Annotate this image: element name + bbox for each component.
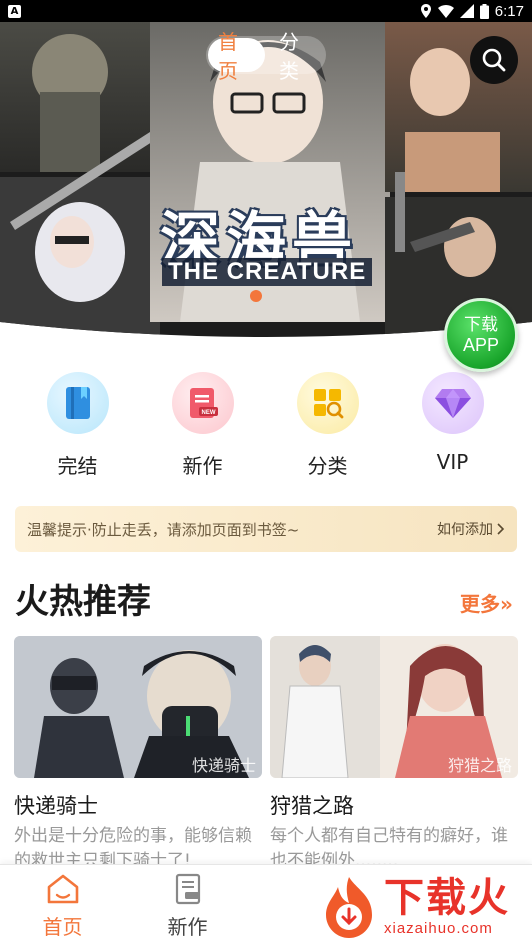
search-icon [482, 48, 506, 72]
nav-label: 首页 [42, 915, 83, 939]
svg-text:NEW: NEW [201, 410, 215, 416]
quick-menu-label: 完结 [57, 454, 98, 478]
header-tab-switch: 首页 分类 [206, 30, 326, 83]
comic-title: 狩猎之路 [270, 794, 354, 818]
download-app-line1: 下载 [464, 315, 498, 335]
quick-menu-category[interactable]: 分类 [265, 372, 390, 482]
site-watermark: 下载火 xiazaihuo.com [308, 868, 532, 944]
tab-category[interactable]: 分类 [269, 30, 326, 83]
search-button[interactable] [470, 36, 518, 84]
tip-text: 温馨提示·防止走丢，请添加页面到书签~ [27, 520, 300, 539]
battery-icon [479, 3, 489, 19]
how-to-add-link[interactable]: 如何添加 [437, 519, 505, 539]
nav-home[interactable]: 首页 [0, 865, 125, 944]
cover-label: 快递骑士 [191, 756, 256, 775]
nav-label: 新作 [167, 915, 208, 939]
comic-cover: 狩猎之路 [270, 636, 518, 778]
watermark-title: 下载火 [384, 874, 510, 921]
diamond-icon [421, 372, 484, 434]
cover-label: 狩猎之路 [447, 756, 512, 775]
comic-title: 快递骑士 [14, 794, 98, 818]
download-app-line2: APP [462, 335, 500, 355]
notification-a-icon: A [8, 4, 21, 18]
download-app-button[interactable]: 下载 APP [444, 298, 518, 372]
comic-cover: 快递骑士 [14, 636, 262, 778]
quick-menu-vip[interactable]: VIP [390, 372, 515, 482]
quick-menu-completed[interactable]: 完结 [15, 372, 140, 482]
comic-card[interactable]: 快递骑士 快递骑士 外出是十分危险的事，能够信赖的救世主只剩下骑士了! [14, 636, 262, 874]
status-time: 6:17 [494, 2, 524, 20]
more-link[interactable]: 更多» [460, 588, 513, 617]
status-bar: A 6:17 [0, 0, 532, 22]
how-to-add-label: 如何添加 [437, 522, 493, 538]
chevron-right-icon [497, 523, 505, 535]
home-icon [47, 874, 78, 904]
tab-home[interactable]: 首页 [208, 30, 265, 83]
new-doc-icon: NEW [171, 372, 234, 434]
watermark-url: xiazaihuo.com [384, 919, 493, 937]
quick-menu-new[interactable]: NEW 新作 [140, 372, 265, 482]
quick-menu: 完结 NEW 新作 分类 VIP [0, 372, 532, 482]
signal-icon [459, 4, 474, 18]
flame-logo-icon [326, 877, 372, 938]
quick-menu-label: VIP [436, 450, 469, 474]
category-search-icon [296, 372, 359, 434]
book-icon [46, 372, 109, 434]
banner-subtitle: THE CREATURE [162, 258, 373, 286]
location-icon [420, 4, 431, 18]
section-title: 火热推荐 [15, 582, 151, 622]
comic-card[interactable]: 狩猎之路 狩猎之路 每个人都有自己特有的癖好，谁也不能例外........ [270, 636, 518, 874]
quick-menu-label: 分类 [307, 454, 348, 478]
quick-menu-label: 新作 [182, 454, 223, 478]
nav-new[interactable]: 新作 [125, 865, 250, 944]
banner-page-indicator [250, 290, 262, 302]
bookmark-tip-bar: 温馨提示·防止走丢，请添加页面到书签~ 如何添加 [15, 506, 517, 552]
new-book-icon [175, 873, 200, 905]
app-screen: A 6:17 深海兽 THE CREATURE 首页 分类 下载 APP 完结 … [0, 0, 532, 944]
wifi-icon [437, 5, 454, 18]
